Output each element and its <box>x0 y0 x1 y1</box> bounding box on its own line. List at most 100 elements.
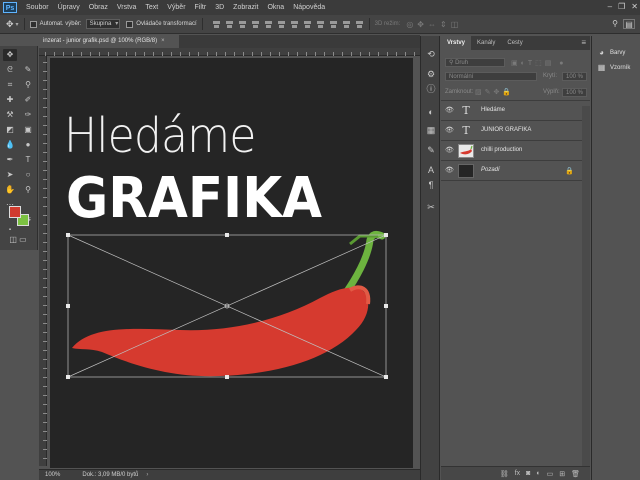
pen-tool-icon[interactable]: ✒ <box>3 154 17 166</box>
layer-mask-icon[interactable]: ◙ <box>526 470 530 477</box>
eyedropper-tool-icon[interactable]: ⚲ <box>21 79 35 91</box>
info-panel-icon[interactable]: ⓘ <box>425 83 437 95</box>
tool-presets-icon[interactable]: ✂ <box>425 201 437 213</box>
close-icon[interactable]: ✕ <box>631 2 638 11</box>
brush-panel-icon[interactable]: ✎ <box>425 144 437 156</box>
align-vcenter-icon[interactable] <box>225 20 234 29</box>
layer-name[interactable]: Hledáme <box>481 107 505 113</box>
dodge-tool-icon[interactable]: ● <box>21 139 35 151</box>
tab-layers[interactable]: Vrstvy <box>441 36 472 50</box>
menu-napoveda[interactable]: Nápověda <box>293 4 325 11</box>
hand-tool-icon[interactable]: ✋ <box>3 184 17 196</box>
styles-panel-icon[interactable]: ▦ <box>425 124 437 136</box>
chilli-pepper-image[interactable] <box>50 58 413 468</box>
visibility-eye-icon[interactable]: 👁 <box>445 167 454 175</box>
menu-vrstva[interactable]: Vrstva <box>117 4 137 11</box>
minimize-icon[interactable]: – <box>608 2 612 11</box>
align-bottom-icon[interactable] <box>238 20 247 29</box>
menu-text[interactable]: Text <box>145 4 158 11</box>
layer-filter-dropdown[interactable]: ⚲ Druh <box>445 58 505 67</box>
distribute-vcenter-icon[interactable] <box>303 20 312 29</box>
clone-stamp-icon[interactable]: ⚒ <box>3 109 17 121</box>
layer-name[interactable]: Pozadí <box>481 167 500 173</box>
menu-3d[interactable]: 3D <box>215 4 224 11</box>
menu-obraz[interactable]: Obraz <box>89 4 108 11</box>
paragraph-panel-icon[interactable]: ¶ <box>425 179 437 191</box>
auto-select-checkbox[interactable] <box>29 20 37 28</box>
foreground-color-swatch[interactable] <box>9 206 21 218</box>
align-hcenter-icon[interactable] <box>264 20 273 29</box>
menu-soubor[interactable]: Soubor <box>26 4 49 11</box>
move-tool-icon[interactable]: ✥ <box>3 49 17 61</box>
ellipse-tool-icon[interactable]: ○ <box>21 169 35 181</box>
menu-zobrazit[interactable]: Zobrazit <box>233 4 258 11</box>
auto-select-dropdown[interactable]: Skupina <box>85 19 121 29</box>
tab-paths[interactable]: Cesty <box>501 36 528 50</box>
layer-style-icon[interactable]: fx <box>515 470 520 477</box>
history-panel-icon[interactable]: ⟲ <box>425 48 437 60</box>
visibility-eye-icon[interactable]: 👁 <box>445 147 454 155</box>
tool-preset-chevron-icon[interactable]: ▾ <box>16 21 19 28</box>
menu-okna[interactable]: Okna <box>267 4 284 11</box>
document-canvas[interactable]: Hledáme GRAFIKA <box>50 58 413 468</box>
color-panel-button[interactable]: ◕ Barvy <box>597 48 625 57</box>
tab-channels[interactable]: Kanály <box>471 36 501 50</box>
lasso-tool-icon[interactable]: ᘓ <box>3 64 17 76</box>
distribute-hcenter-icon[interactable] <box>342 20 351 29</box>
move-tool-icon[interactable]: ✥ <box>6 19 14 30</box>
properties-panel-icon[interactable]: ⚙ <box>425 68 437 80</box>
adjustment-layer-icon[interactable]: ◐ <box>536 470 540 477</box>
new-layer-icon[interactable]: ⊞ <box>559 470 565 478</box>
restore-icon[interactable]: ❐ <box>618 2 625 11</box>
layer-row-chilli-production[interactable]: 👁 chilli production <box>441 142 582 161</box>
layers-scrollbar[interactable] <box>582 106 590 466</box>
history-brush-icon[interactable]: ✑ <box>21 109 35 121</box>
handle-middle-left[interactable] <box>66 304 70 308</box>
swatches-panel-button[interactable]: ▦ Vzorník <box>597 63 631 72</box>
zoom-tool-icon[interactable]: ⚲ <box>21 184 35 196</box>
type-tool-icon[interactable]: T <box>21 154 35 166</box>
quick-select-tool-icon[interactable]: ✎ <box>21 64 35 76</box>
opacity-input[interactable]: 100 % <box>562 72 587 81</box>
crop-tool-icon[interactable]: ⌗ <box>3 79 17 91</box>
visibility-eye-icon[interactable]: 👁 <box>445 127 454 135</box>
handle-top-left[interactable] <box>66 233 70 237</box>
transform-controls-checkbox[interactable] <box>126 20 134 28</box>
layer-name[interactable]: chilli production <box>481 147 522 153</box>
handle-top-right[interactable] <box>384 233 388 237</box>
vertical-ruler[interactable] <box>39 56 47 466</box>
gradient-tool-icon[interactable]: ▣ <box>21 124 35 136</box>
status-menu-chevron-icon[interactable]: › <box>146 470 148 480</box>
distribute-bottom-icon[interactable] <box>316 20 325 29</box>
handle-bottom-left[interactable] <box>66 375 70 379</box>
align-right-icon[interactable] <box>277 20 286 29</box>
character-panel-icon[interactable]: A <box>425 164 437 176</box>
distribute-left-icon[interactable] <box>329 20 338 29</box>
handle-middle-right[interactable] <box>384 304 388 308</box>
blend-mode-dropdown[interactable]: Normální <box>445 72 537 81</box>
brush-tool-icon[interactable]: ✐ <box>21 94 35 106</box>
menu-upravy[interactable]: Úpravy <box>58 4 80 11</box>
fill-input[interactable]: 100 % <box>562 88 587 97</box>
visibility-eye-icon[interactable]: 👁 <box>445 107 454 115</box>
layer-row-junior-grafika[interactable]: 👁 T JUNIOR GRAFIKA <box>441 122 582 141</box>
distribute-top-icon[interactable] <box>290 20 299 29</box>
document-tab[interactable]: inzerat - junior grafik.psd @ 100% (RGB/… <box>39 35 179 48</box>
align-left-icon[interactable] <box>251 20 260 29</box>
handle-top-center[interactable] <box>225 233 229 237</box>
default-colors-icon[interactable]: ▪ <box>3 224 17 236</box>
horizontal-ruler[interactable] <box>39 48 420 56</box>
healing-brush-icon[interactable]: ✚ <box>3 94 17 106</box>
layer-row-pozadi[interactable]: 👁 Pozadí 🔒 <box>441 162 582 181</box>
align-top-icon[interactable] <box>212 20 221 29</box>
panel-menu-icon[interactable]: ≡ <box>581 36 586 50</box>
path-select-icon[interactable]: ➤ <box>3 169 17 181</box>
blur-tool-icon[interactable]: 💧 <box>3 139 17 151</box>
layer-row-hledame[interactable]: 👁 T Hledáme <box>441 102 582 121</box>
layer-name[interactable]: JUNIOR GRAFIKA <box>481 127 531 133</box>
handle-bottom-center[interactable] <box>225 375 229 379</box>
adjustments-panel-icon[interactable]: ◐ <box>425 106 437 118</box>
zoom-level[interactable]: 100% <box>45 470 60 480</box>
search-icon[interactable]: ⚲ <box>612 19 618 28</box>
handle-bottom-right[interactable] <box>384 375 388 379</box>
